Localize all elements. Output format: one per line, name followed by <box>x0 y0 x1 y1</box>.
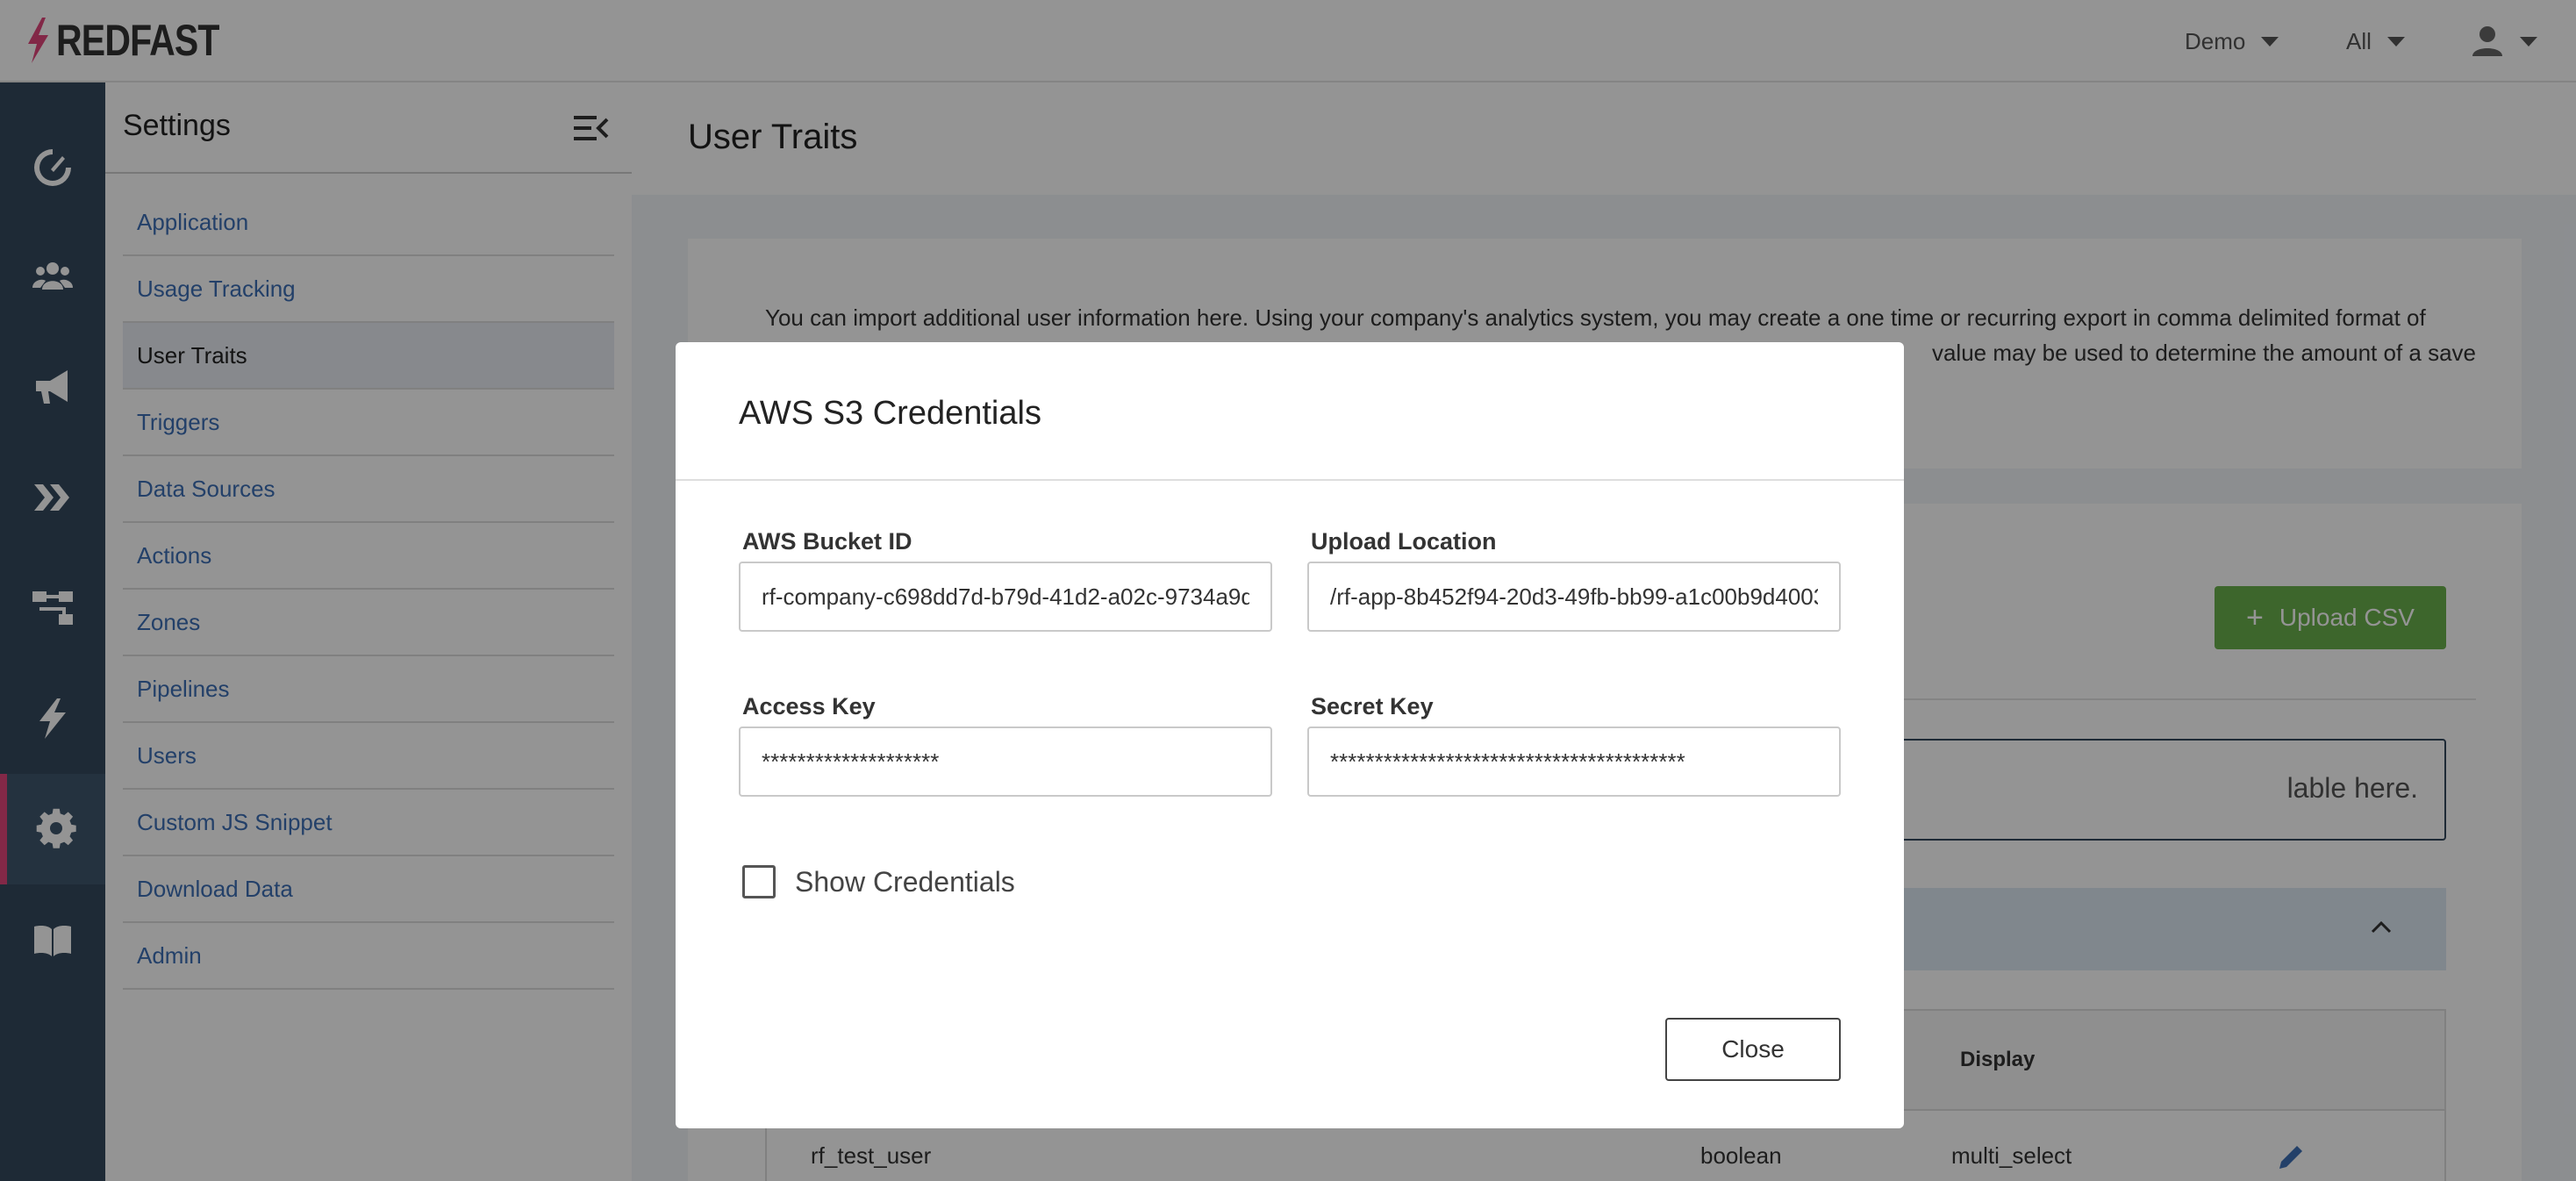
aws-credentials-modal: AWS S3 Credentials AWS Bucket ID Upload … <box>676 342 1904 1128</box>
modal-divider <box>676 479 1904 481</box>
secret-key-label: Secret Key <box>1311 693 1434 719</box>
modal-title: AWS S3 Credentials <box>739 395 1041 432</box>
upload-location-label: Upload Location <box>1311 528 1497 555</box>
secret-key-input[interactable] <box>1307 726 1841 797</box>
bucket-id-input[interactable] <box>739 562 1272 632</box>
bucket-id-label: AWS Bucket ID <box>742 528 912 555</box>
upload-location-input[interactable] <box>1307 562 1841 632</box>
access-key-label: Access Key <box>742 693 876 719</box>
close-button[interactable]: Close <box>1665 1018 1841 1081</box>
show-credentials-checkbox[interactable] <box>742 865 776 898</box>
access-key-input[interactable] <box>739 726 1272 797</box>
show-credentials-label[interactable]: Show Credentials <box>795 865 1015 898</box>
